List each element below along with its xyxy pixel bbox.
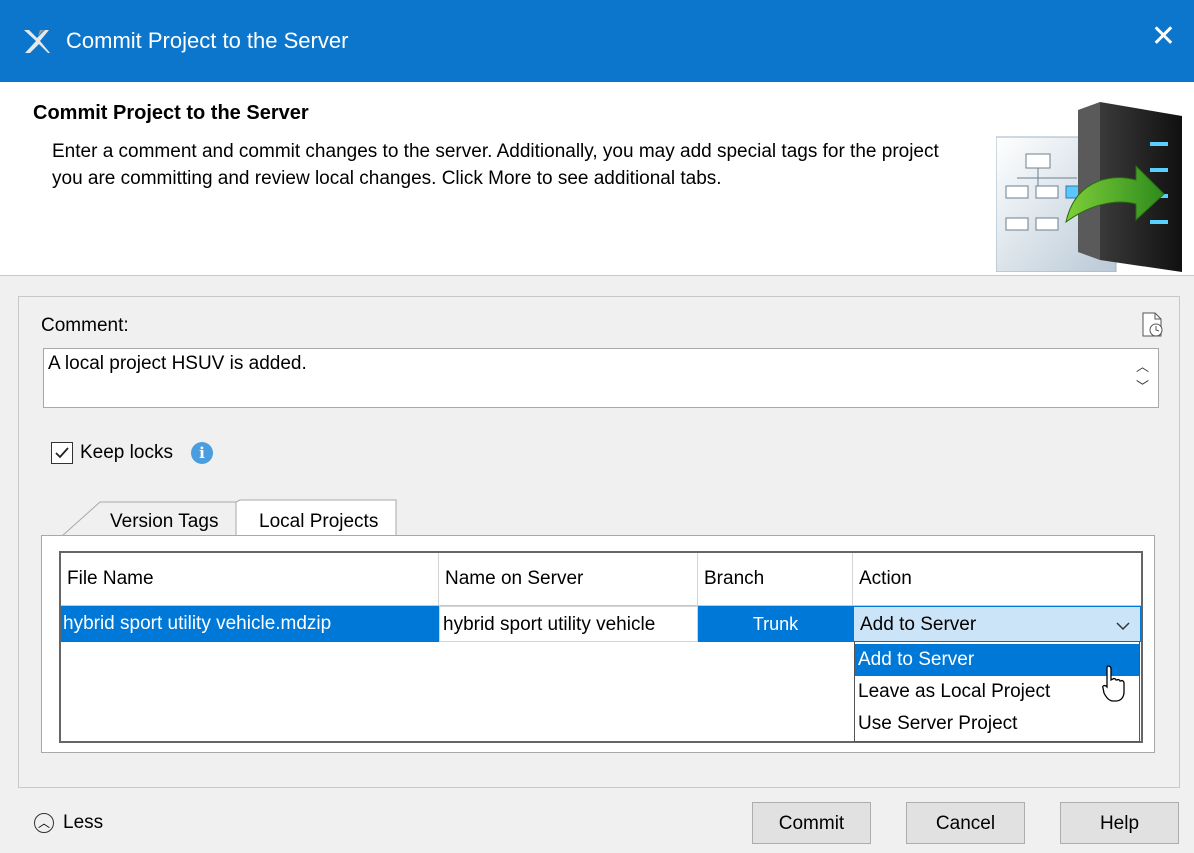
window-title: Commit Project to the Server [66,28,349,53]
comment-scroll-arrows[interactable]: ︿ ﹀ [1136,357,1150,397]
chevron-down-icon[interactable] [1116,621,1130,631]
comment-field[interactable]: A local project HSUV is added. ︿ ﹀ [43,348,1159,408]
tab-local-projects[interactable]: Local Projects [259,511,378,533]
comment-history-icon[interactable] [1141,312,1165,338]
cell-name-on-server[interactable]: hybrid sport utility vehicle [439,606,698,642]
commit-server-icon [996,102,1182,272]
action-value: Add to Server [860,614,977,635]
keep-locks-checkbox[interactable] [51,442,73,464]
column-header-name-on-server[interactable]: Name on Server [439,553,698,605]
column-header-action[interactable]: Action [853,553,1141,605]
comment-label: Comment: [41,315,129,336]
keep-locks-label: Keep locks [80,442,173,463]
chevron-up-circle-icon[interactable]: ︿ [34,813,54,833]
info-icon[interactable]: i [191,442,213,464]
cancel-button[interactable]: Cancel [906,802,1025,844]
help-button[interactable]: Help [1060,802,1179,844]
option-leave-as-local-project[interactable]: Leave as Local Project [855,676,1139,708]
dialog-header: Commit Project to the Server Enter a com… [0,82,1194,276]
cell-branch[interactable]: Trunk [698,606,853,642]
header-description: Enter a comment and commit changes to th… [52,141,939,189]
tab-version-tags[interactable]: Version Tags [110,511,218,533]
action-combobox[interactable]: Add to Server [853,606,1141,642]
hand-cursor-icon [1102,665,1125,702]
header-title: Commit Project to the Server [33,102,309,124]
option-add-to-server[interactable]: Add to Server [855,644,1139,676]
magicdraw-icon [24,30,50,53]
comment-value[interactable]: A local project HSUV is added. [48,353,307,375]
commit-button[interactable]: Commit [752,802,871,844]
action-dropdown-list: Add to Server Leave as Local Project Use… [854,641,1140,742]
chevron-down-icon[interactable]: ﹀ [1136,377,1150,397]
close-icon[interactable]: ✕ [1151,22,1176,52]
option-use-server-project[interactable]: Use Server Project [855,708,1139,740]
column-header-branch[interactable]: Branch [698,553,853,605]
cell-file-name[interactable]: hybrid sport utility vehicle.mdzip [61,606,439,642]
title-bar: Commit Project to the Server ✕ [0,0,1194,82]
column-header-file-name[interactable]: File Name [61,553,439,605]
chevron-up-icon[interactable]: ︿ [1136,357,1150,377]
less-label[interactable]: Less [63,812,103,834]
